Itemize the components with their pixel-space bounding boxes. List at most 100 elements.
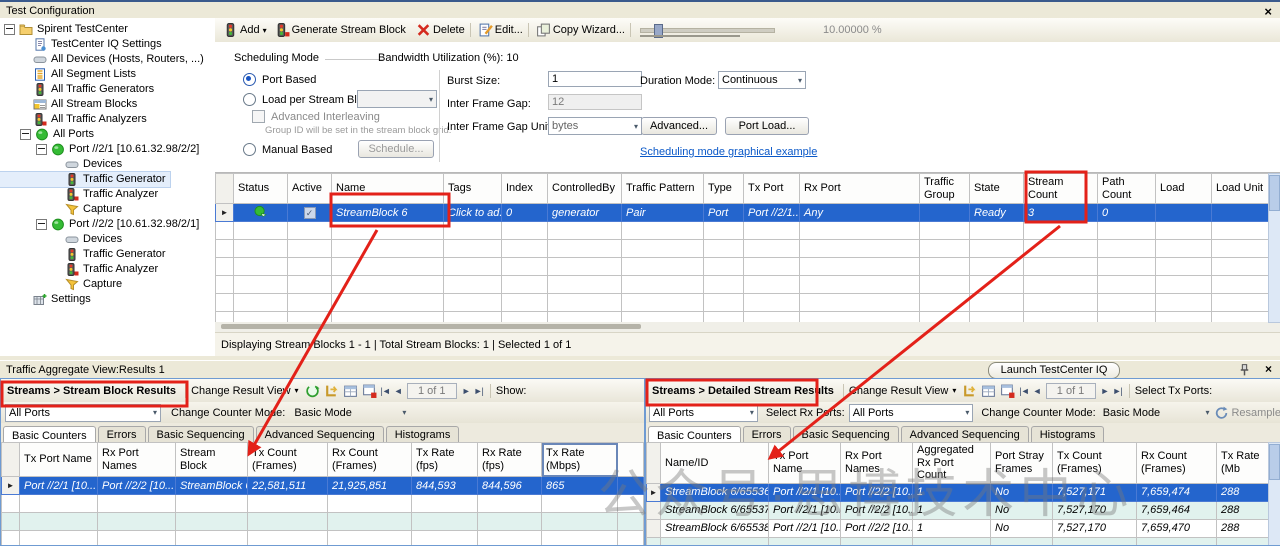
edit-button[interactable]: Edit... <box>495 24 523 36</box>
tree-item-port-2-2[interactable]: Port //2/2 [10.61.32.98/2/1] <box>0 217 215 232</box>
column-header[interactable]: Tx Port Name <box>20 443 98 477</box>
table-cell[interactable]: StreamBlock 6/65536 <box>661 483 769 501</box>
vertical-scrollbar[interactable] <box>1268 442 1280 545</box>
horizontal-scrollbar[interactable] <box>215 322 1280 332</box>
export-icon[interactable] <box>962 384 977 398</box>
counter-mode-select[interactable]: Basic Mode▾ <box>1100 405 1213 421</box>
column-header[interactable]: Traffic Group <box>920 174 970 204</box>
table-cell[interactable] <box>618 477 644 495</box>
table-cell[interactable]: 7,659,470 <box>1137 519 1217 537</box>
tab-errors[interactable]: Errors <box>743 426 791 442</box>
table-cell[interactable]: 0 <box>1098 204 1156 222</box>
tree-item-all-devices[interactable]: All Devices (Hosts, Routers, ...) <box>0 52 215 67</box>
table-cell[interactable]: Port //2/2 [10... <box>98 477 176 495</box>
tab-errors[interactable]: Errors <box>98 426 146 442</box>
advanced-button[interactable]: Advanced... <box>641 117 717 135</box>
table-cell[interactable] <box>1156 204 1212 222</box>
tab-histograms[interactable]: Histograms <box>1031 426 1105 442</box>
tree-item-port-2-1[interactable]: Port //2/1 [10.61.32.98/2/2] <box>0 142 215 157</box>
checkbox-icon[interactable] <box>252 110 265 123</box>
table-cell[interactable] <box>920 204 970 222</box>
grid-view-icon[interactable] <box>343 384 358 398</box>
export-icon[interactable] <box>324 384 339 398</box>
tree-item-traffic-generator[interactable]: Traffic Generator <box>0 247 215 262</box>
table-cell[interactable]: 288 <box>1217 483 1269 501</box>
table-cell[interactable]: Port //2/1 [10... <box>20 477 98 495</box>
table-cell[interactable]: Port <box>704 204 744 222</box>
grid-view-icon[interactable] <box>981 384 996 398</box>
column-header[interactable]: Load Unit <box>1212 174 1274 204</box>
close-results-icon[interactable]: × <box>1265 362 1272 376</box>
load-slider[interactable] <box>640 24 775 36</box>
last-page-icon[interactable]: ►| <box>474 386 483 396</box>
column-header[interactable]: Rx Count (Frames) <box>328 443 412 477</box>
tab-advanced-sequencing[interactable]: Advanced Sequencing <box>901 426 1029 442</box>
checkbox-checked-icon[interactable]: ✓ <box>304 207 316 219</box>
column-header[interactable]: Tx Rate (Mb <box>1217 443 1269 484</box>
tree-item-devices[interactable]: Devices <box>0 157 215 172</box>
duration-mode-select[interactable]: Continuous▾ <box>718 71 806 89</box>
load-per-stream-block-radio[interactable]: Load per Stream Block <box>243 93 374 106</box>
collapse-toggle-icon[interactable] <box>20 129 31 140</box>
column-header[interactable]: Load <box>1156 174 1212 204</box>
tree-item-testcenter-iq-settings[interactable]: TestCenter IQ Settings <box>0 37 215 52</box>
port-based-radio[interactable]: Port Based <box>243 73 316 86</box>
tree-item-all-traffic-analyzers[interactable]: All Traffic Analyzers <box>0 112 215 127</box>
column-header[interactable]: ControlledBy <box>548 174 622 204</box>
scrollbar-thumb[interactable] <box>1269 444 1280 480</box>
table-cell[interactable]: 1 <box>913 483 991 501</box>
scrollbar-thumb[interactable] <box>1269 175 1280 211</box>
column-header[interactable]: Path Count <box>1098 174 1156 204</box>
counter-mode-select[interactable]: Basic Mode▾ <box>291 405 409 421</box>
column-header[interactable]: Rx Port <box>800 174 920 204</box>
stream-block-row[interactable]: ► ✓ StreamBlock 6Click to ad...0generato… <box>216 204 1274 222</box>
grid-red-icon[interactable] <box>362 384 377 398</box>
result-row[interactable]: ►StreamBlock 6/65536Port //2/1 [10...Por… <box>647 483 1269 501</box>
table-cell[interactable]: Any <box>800 204 920 222</box>
column-header[interactable]: Index <box>502 174 548 204</box>
result-row[interactable]: ►Port //2/1 [10...Port //2/2 [10...Strea… <box>2 477 644 495</box>
table-cell[interactable]: 1 <box>913 501 991 519</box>
tree-item-devices[interactable]: Devices <box>0 232 215 247</box>
scheduling-example-link[interactable]: Scheduling mode graphical example <box>640 146 817 158</box>
column-header[interactable]: Tx Rate (fps) <box>412 443 478 477</box>
resample-icon[interactable] <box>1214 406 1229 420</box>
prev-page-icon[interactable]: ◄ <box>394 386 402 396</box>
column-header[interactable] <box>618 443 644 477</box>
column-header[interactable]: Name <box>332 174 444 204</box>
column-header[interactable]: Port Stray Frames <box>991 443 1053 484</box>
table-cell[interactable]: 7,527,170 <box>1053 501 1137 519</box>
radio-icon[interactable] <box>243 93 256 106</box>
table-cell[interactable]: Port //2/2 [10... <box>841 501 913 519</box>
status-cell[interactable] <box>234 204 288 222</box>
column-header[interactable]: Type <box>704 174 744 204</box>
column-header[interactable]: Tx Rate (Mbps) <box>542 443 618 477</box>
table-cell[interactable]: 22,581,511 <box>248 477 328 495</box>
table-cell[interactable]: Ready <box>970 204 1024 222</box>
tab-basic-sequencing[interactable]: Basic Sequencing <box>148 426 254 442</box>
table-cell[interactable]: StreamBlock 6/65537 <box>661 501 769 519</box>
add-button[interactable]: Add <box>240 24 260 36</box>
advanced-interleaving-checkbox[interactable]: Advanced Interleaving <box>252 110 380 123</box>
table-cell[interactable]: 865 <box>542 477 618 495</box>
table-cell[interactable]: 844,593 <box>412 477 478 495</box>
active-cell[interactable]: ✓ <box>288 204 332 222</box>
table-cell[interactable]: Port //2/2 [10... <box>841 519 913 537</box>
column-header[interactable]: Tx Count (Frames) <box>1053 443 1137 484</box>
copy-wizard-button[interactable]: Copy Wizard... <box>553 24 625 36</box>
collapse-toggle-icon[interactable] <box>4 24 15 35</box>
tree-item-traffic-analyzer[interactable]: Traffic Analyzer <box>0 187 215 202</box>
table-cell[interactable]: StreamBlock 6/65538 <box>661 519 769 537</box>
table-cell[interactable]: Port //2/2 [10... <box>841 483 913 501</box>
column-header[interactable]: Traffic Pattern <box>622 174 704 204</box>
column-header[interactable]: Tx Port <box>744 174 800 204</box>
tab-basic-counters[interactable]: Basic Counters <box>3 426 96 443</box>
tree-item-all-stream-blocks[interactable]: All Stream Blocks <box>0 97 215 112</box>
tree-item-capture[interactable]: Capture <box>0 202 215 217</box>
table-cell[interactable]: 288 <box>1217 519 1269 537</box>
collapse-toggle-icon[interactable] <box>36 219 47 230</box>
port-load-button[interactable]: Port Load... <box>725 117 809 135</box>
next-page-icon[interactable]: ► <box>1101 386 1109 396</box>
table-cell[interactable]: StreamBlock 6 <box>332 204 444 222</box>
table-cell[interactable]: StreamBlock 6 <box>176 477 248 495</box>
